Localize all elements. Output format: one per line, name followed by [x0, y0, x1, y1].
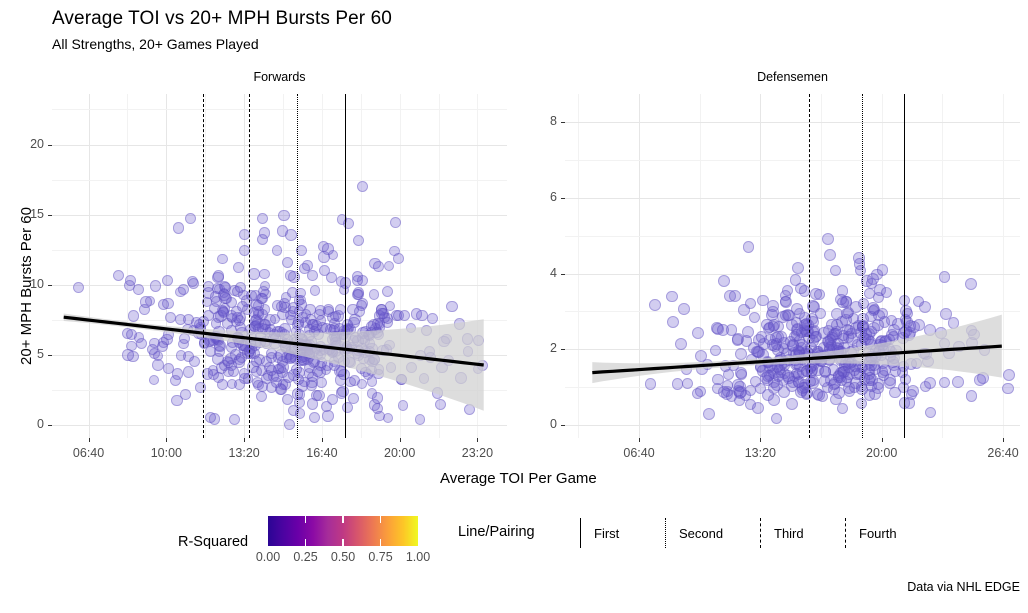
x-tick-mark	[88, 438, 90, 442]
linepairing-legend-title: Line/Pairing	[458, 524, 535, 540]
page-title: Average TOI vs 20+ MPH Bursts Per 60	[52, 8, 392, 29]
x-tick-label: 06:40	[72, 446, 105, 460]
panel-forwards	[52, 94, 507, 438]
x-tick-label: 13:20	[744, 446, 776, 460]
y-tick-mark	[48, 144, 52, 146]
facet-strip-defensemen: Defensemen	[757, 70, 828, 84]
x-tick-mark	[166, 438, 168, 442]
linepairing-key-line-first	[580, 518, 581, 548]
y-tick-mark	[561, 424, 565, 426]
x-tick-label: 20:00	[866, 446, 898, 460]
page-subtitle: All Strengths, 20+ Games Played	[52, 36, 259, 52]
colorbar-tick-label: 1.00	[405, 550, 431, 564]
colorbar-tick	[379, 539, 382, 546]
y-axis-title: 20+ MPH Bursts Per 60	[18, 207, 35, 365]
chart-caption: Data via NHL EDGE	[907, 580, 1020, 594]
linepairing-key-label-second: Second	[679, 526, 724, 541]
linepairing-key-label-third: Third	[774, 526, 804, 541]
y-tick-mark	[561, 349, 565, 351]
x-tick-label: 26:40	[987, 446, 1019, 460]
y-tick-mark	[48, 214, 52, 216]
linepairing-key-label-fourth: Fourth	[859, 526, 897, 541]
refline-second	[861, 94, 863, 438]
colorbar-tick	[304, 516, 307, 523]
refline-third	[249, 94, 251, 438]
y-tick-mark	[561, 197, 565, 199]
colorbar-tick	[379, 516, 382, 523]
x-tick-mark	[1003, 438, 1005, 442]
linepairing-key-line-second	[665, 518, 666, 548]
y-tick-label: 8	[550, 114, 557, 129]
y-tick-label: 6	[550, 189, 557, 204]
x-tick-mark	[881, 438, 883, 442]
linepairing-key-line-third	[760, 518, 761, 548]
y-tick-label: 0	[37, 417, 44, 432]
refline-third	[808, 94, 810, 438]
x-tick-mark	[244, 438, 246, 442]
y-tick-mark	[561, 122, 565, 124]
colorbar-tick	[304, 539, 307, 546]
x-tick-label: 10:00	[150, 446, 182, 460]
x-tick-label: 13:20	[228, 446, 260, 460]
refline-first	[903, 94, 905, 438]
linepairing-key-label-first: First	[594, 526, 620, 541]
x-tick-mark	[321, 438, 323, 442]
y-tick-mark	[48, 284, 52, 286]
y-tick-label: 4	[550, 265, 557, 280]
y-tick-label: 0	[550, 416, 557, 431]
x-tick-label: 16:40	[306, 446, 338, 460]
refline-fourth	[202, 94, 204, 438]
refline-second	[297, 94, 298, 438]
x-tick-label: 20:00	[384, 446, 416, 460]
x-axis-title: Average TOI Per Game	[440, 470, 597, 487]
y-tick-label: 2	[550, 341, 557, 356]
x-tick-mark	[477, 438, 479, 442]
trend-overlay	[592, 314, 1002, 384]
x-tick-label: 23:20	[461, 446, 494, 460]
trend-overlay	[63, 313, 484, 411]
y-tick-mark	[561, 273, 565, 275]
rsquared-legend-title: R-Squared	[178, 534, 249, 550]
y-tick-mark	[48, 355, 52, 357]
y-tick-mark	[48, 425, 52, 427]
colorbar-tick	[342, 539, 344, 546]
y-tick-label: 20	[30, 136, 44, 151]
x-tick-mark	[760, 438, 762, 442]
confidence-ribbon	[63, 313, 484, 411]
refline-first	[344, 94, 346, 438]
linepairing-key-line-fourth	[845, 518, 846, 548]
colorbar-tick	[342, 516, 344, 523]
facet-strip-forwards: Forwards	[253, 70, 306, 84]
x-tick-mark	[639, 438, 641, 442]
panel-defensemen	[565, 94, 1020, 438]
x-tick-mark	[399, 438, 401, 442]
x-tick-label: 06:40	[623, 446, 655, 460]
